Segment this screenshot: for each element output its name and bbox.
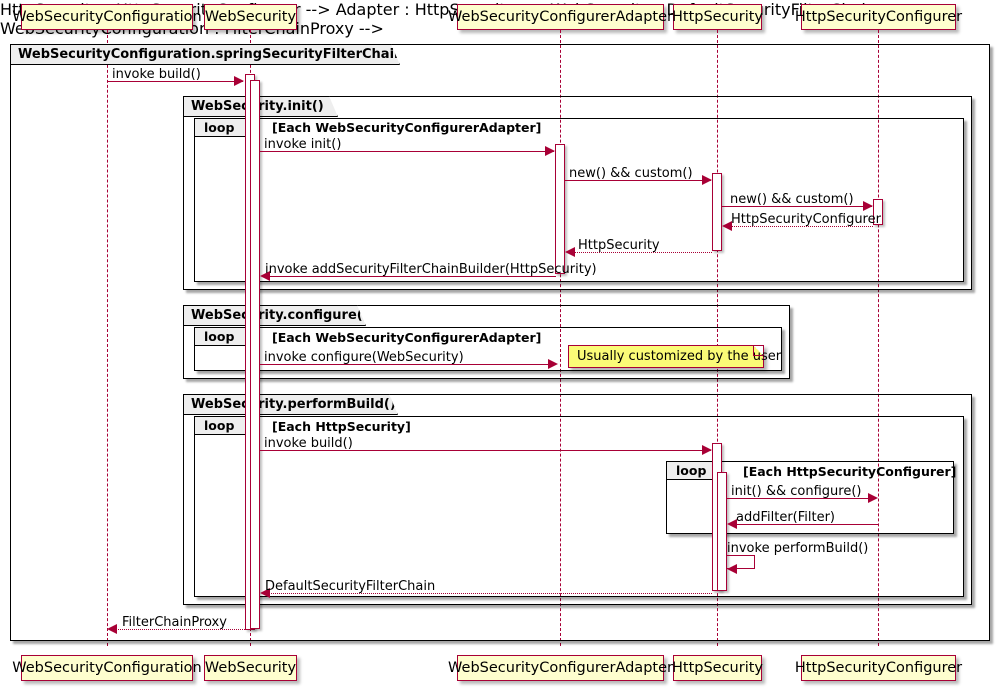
message-label-invoke-init: invoke init() xyxy=(264,138,341,151)
message-arrow-httpsecurity-return xyxy=(565,247,575,257)
message-arrow-invoke-build-2 xyxy=(702,445,712,455)
frame-title: loop xyxy=(676,463,706,478)
message-arrow-new-custom-1 xyxy=(702,175,712,185)
message-label-init-configure: init() && configure() xyxy=(731,485,861,498)
message-arrow-invoke-configure xyxy=(548,359,558,369)
message-label-invoke-build-2: invoke build() xyxy=(264,437,353,450)
note-usually-customized: Usually customized by the user xyxy=(568,345,764,368)
loop-condition-httpsecurityconfigurer: [Each HttpSecurityConfigurer] xyxy=(743,464,956,479)
participant-label: HttpSecurity xyxy=(672,661,763,676)
participant-label: WebSecurity xyxy=(205,661,296,676)
message-label-httpsecurityconfigurer-return: HttpSecurityConfigurer xyxy=(731,213,881,226)
activation-websecurity-inner xyxy=(250,80,260,629)
message-label-defaultsecurityfilterchain: DefaultSecurityFilterChain xyxy=(265,580,435,593)
frame-title: WebSecurity.performBuild() xyxy=(191,397,396,412)
message-label-add-security-filter-chain-builder: invoke addSecurityFilterChainBuilder(Htt… xyxy=(265,263,597,276)
participant-bottom-httpsecurity[interactable]: HttpSecurity xyxy=(673,655,762,681)
message-label-new-custom-2: new() && custom() xyxy=(730,193,854,206)
note-text: Usually customized by the user xyxy=(577,349,781,364)
sequence-diagram: WebSecurityConfiguration WebSecurity Web… xyxy=(0,0,1000,690)
message-label-addfilter: addFilter(Filter) xyxy=(736,511,835,524)
frame-tab-label: WebSecurity.configure() xyxy=(183,305,366,326)
participant-top-websecurityconfigureradapter[interactable]: WebSecurityConfigurerAdapter xyxy=(457,4,664,30)
participant-bottom-httpsecurityconfigurer[interactable]: HttpSecurityConfigurer xyxy=(801,655,956,681)
loop-condition-init: [Each WebSecurityConfigurerAdapter] xyxy=(272,120,541,135)
activation-httpsecurity-performbuild-nested xyxy=(717,472,727,591)
message-label-invoke-configure: invoke configure(WebSecurity) xyxy=(264,351,464,364)
message-label-new-custom-1: new() && custom() xyxy=(569,167,693,180)
loop-condition-configure: [Each WebSecurityConfigurerAdapter] xyxy=(272,330,541,345)
participant-bottom-websecurityconfiguration[interactable]: WebSecurityConfiguration xyxy=(21,655,193,681)
message-label-invoke-performbuild: invoke performBuild() xyxy=(727,542,868,555)
loop-condition-performbuild: [Each HttpSecurity] xyxy=(272,419,411,434)
note-fold-corner xyxy=(753,346,763,356)
message-arrow-invoke-init xyxy=(545,146,555,156)
frame-title: loop xyxy=(204,329,234,344)
participant-top-websecurityconfiguration[interactable]: WebSecurityConfiguration xyxy=(21,4,193,30)
message-label-invoke-build-1: invoke build() xyxy=(112,68,201,81)
activation-websecurityconfigureradapter xyxy=(555,144,565,274)
message-arrow-new-custom-2 xyxy=(863,201,873,211)
participant-label: WebSecurityConfigurerAdapter xyxy=(448,10,673,25)
frame-tab-label: WebSecurityConfiguration.springSecurityF… xyxy=(10,44,400,65)
frame-tab-label: WebSecurity.performBuild() xyxy=(183,394,398,415)
message-arrow-invoke-build-1 xyxy=(234,76,244,86)
participant-top-httpsecurityconfigurer[interactable]: HttpSecurityConfigurer xyxy=(801,4,956,30)
participant-label: WebSecurity xyxy=(205,10,296,25)
frame-title: WebSecurity.configure() xyxy=(191,308,369,323)
frame-title: loop xyxy=(204,120,234,135)
participant-top-websecurity[interactable]: WebSecurity xyxy=(204,4,297,30)
message-arrow-invoke-performbuild xyxy=(727,564,737,574)
participant-label: HttpSecurity xyxy=(672,10,763,25)
participant-top-httpsecurity[interactable]: HttpSecurity xyxy=(673,4,762,30)
participant-bottom-websecurity[interactable]: WebSecurity xyxy=(204,655,297,681)
participant-label: WebSecurityConfiguration xyxy=(12,661,202,676)
participant-label: HttpSecurityConfigurer xyxy=(795,661,962,676)
activation-httpsecurity-init xyxy=(712,173,722,251)
message-arrow-filterchainproxy xyxy=(107,624,117,634)
frame-title: WebSecurityConfiguration.springSecurityF… xyxy=(18,47,415,62)
message-label-filterchainproxy: FilterChainProxy xyxy=(122,616,227,629)
participant-label: HttpSecurityConfigurer xyxy=(795,10,962,25)
participant-label: WebSecurityConfigurerAdapter xyxy=(448,661,673,676)
participant-label: WebSecurityConfiguration xyxy=(12,10,202,25)
message-label-httpsecurity-return: HttpSecurity xyxy=(578,239,660,252)
participant-bottom-websecurityconfigureradapter[interactable]: WebSecurityConfigurerAdapter xyxy=(457,655,664,681)
frame-tab-label: WebSecurity.init() xyxy=(183,96,338,117)
message-arrow-init-configure xyxy=(868,493,878,503)
frame-title: loop xyxy=(204,418,234,433)
